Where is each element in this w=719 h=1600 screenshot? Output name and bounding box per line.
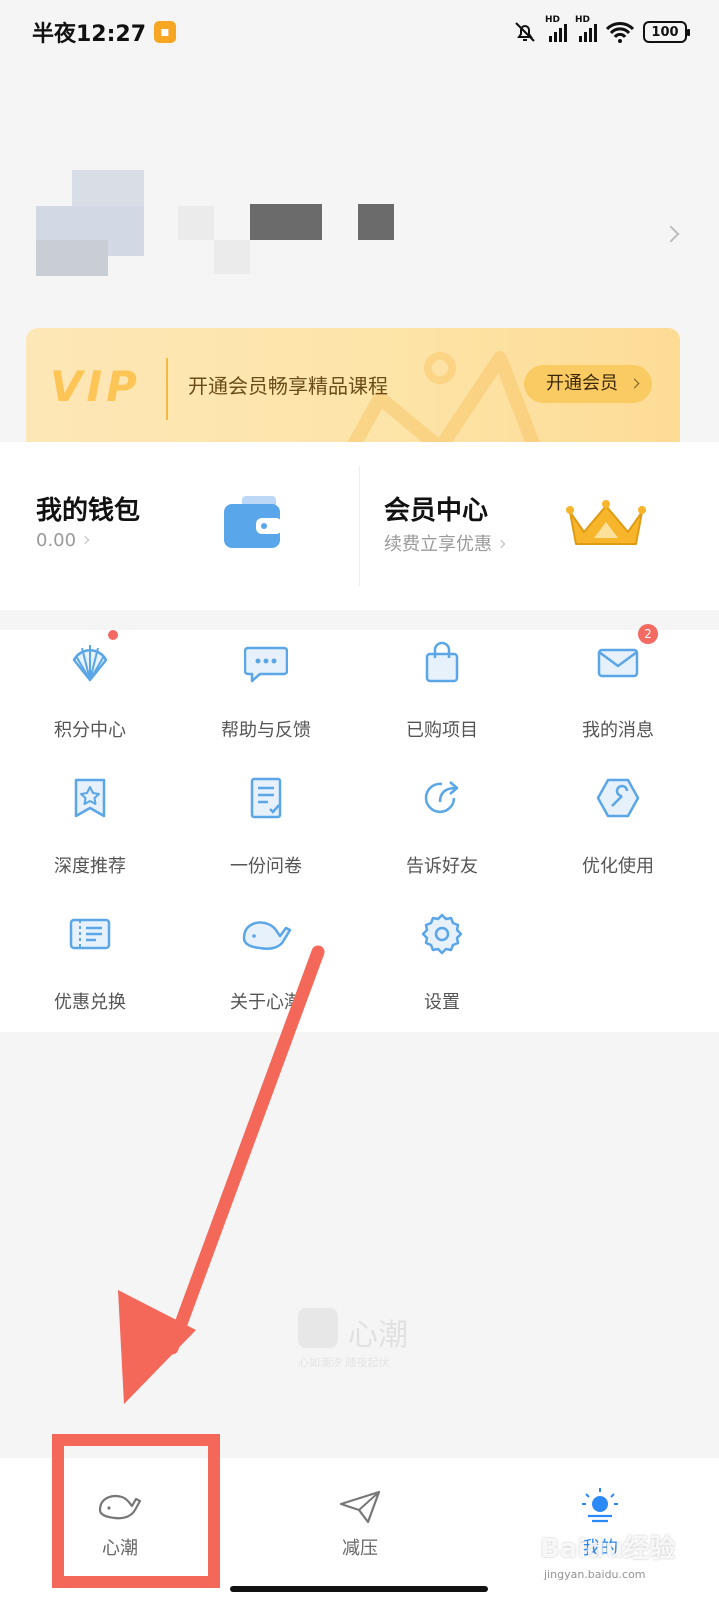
wallet-title: 我的钱包 [36,496,141,526]
shopping-bag-icon [425,641,459,683]
vip-divider [166,358,168,420]
battery-indicator: 100 [643,21,690,43]
menu-item-label: 深度推荐 [54,856,126,877]
status-bar: 半夜12:27 ▪ HD HD 100 [0,0,719,64]
menu-item-label: 帮助与反馈 [221,720,311,741]
menu-item-purchased[interactable]: 已购项目 [352,630,532,760]
menu-item-coupon-exchange[interactable]: 优惠兑换 [0,902,180,1032]
menu-item-label: 积分中心 [54,720,126,741]
profile-header[interactable] [0,150,719,300]
annotation-highlight-box [52,1434,220,1588]
paper-plane-icon [339,1490,381,1524]
crown-icon [566,500,646,545]
signal-icon: HD [575,15,597,42]
status-icons: HD HD 100 [513,15,690,44]
menu-item-label: 我的消息 [582,720,654,741]
vip-logo: VIP [50,362,141,411]
watermark-app-name: 心潮 [348,1318,408,1353]
watermark-slogan: 心如潮汐 随夜起伏 [298,1356,390,1369]
menu-item-settings[interactable]: 设置 [352,902,532,1032]
chat-bubble-icon [244,646,288,683]
app-logo-icon [298,1308,338,1348]
menu-item-label: 一份问卷 [230,856,302,877]
unread-dot-badge [108,630,118,640]
menu-item-label: 关于心潮 [230,992,302,1013]
gear-icon [421,913,463,955]
member-center-card[interactable]: 会员中心 续费立享优惠 [360,442,719,610]
mute-bell-icon [515,22,535,42]
status-time: 半夜12:27 [32,22,147,47]
message-count-badge: 2 [638,624,658,644]
menu-item-label: 已购项目 [406,720,478,741]
wallet-icon [224,496,282,548]
menu-item-label: 告诉好友 [406,856,478,877]
hd-label: HD [575,15,591,25]
whale-icon [242,921,292,950]
wifi-icon [605,22,635,43]
menu-item-deep-recommend[interactable]: 深度推荐 [0,766,180,896]
share-icon [424,781,459,814]
menu-item-questionnaire[interactable]: 一份问卷 [176,766,356,896]
menu-item-help-feedback[interactable]: 帮助与反馈 [176,630,356,760]
menu-item-label: 优化使用 [582,856,654,877]
baidu-watermark: Baidu经验 [540,1534,676,1564]
mail-icon [597,648,639,678]
menu-item-optimize[interactable]: 优化使用 [528,766,708,896]
app-watermark: 心潮 心如潮汐 随夜起伏 [298,1308,428,1369]
shell-icon [72,645,108,682]
menu-item-tell-friends[interactable]: 告诉好友 [352,766,532,896]
menu-item-label: 优惠兑换 [54,992,126,1013]
member-center-subtitle: 续费立享优惠 [384,530,506,556]
tab-relax[interactable]: 减压 [240,1458,480,1568]
baidu-watermark-url: jingyan.baidu.com [544,1568,646,1581]
sun-person-icon [582,1488,618,1523]
vip-banner[interactable]: VIP 开通会员畅享精品课程 开通会员 [26,328,680,442]
home-indicator[interactable] [230,1586,488,1592]
wallet-card[interactable]: 我的钱包 0.00 [0,442,359,610]
tab-label: 减压 [342,1538,378,1559]
chevron-right-icon [662,225,680,243]
open-membership-label: 开通会员 [546,373,618,394]
member-center-title: 会员中心 [384,496,489,526]
vip-promo-text: 开通会员畅享精品课程 [188,374,388,398]
menu-item-my-messages[interactable]: 2 我的消息 [528,624,708,760]
menu-item-about[interactable]: 关于心潮 [176,902,356,1032]
avatar[interactable] [36,170,144,278]
bookmark-star-icon [74,778,106,818]
notification-app-icon: ▪ [154,21,177,43]
open-membership-button[interactable]: 开通会员 [524,365,652,403]
coupon-icon [69,918,111,950]
chevron-right-icon [629,378,640,389]
account-cards: 我的钱包 0.00 会员中心 续费立享优惠 [0,442,719,610]
menu-item-label: 设置 [424,992,460,1013]
feature-grid: 积分中心 帮助与反馈 已购项目 2 我的消息 深度推荐 一份问卷 告诉好友 优化… [0,624,719,1032]
wallet-balance: 0.00 [36,530,90,551]
questionnaire-icon [250,777,282,819]
signal-icon: HD [545,15,567,42]
hd-label: HD [545,15,561,25]
menu-item-points-center[interactable]: 积分中心 [0,630,180,760]
wrench-hexagon-icon [596,778,640,818]
